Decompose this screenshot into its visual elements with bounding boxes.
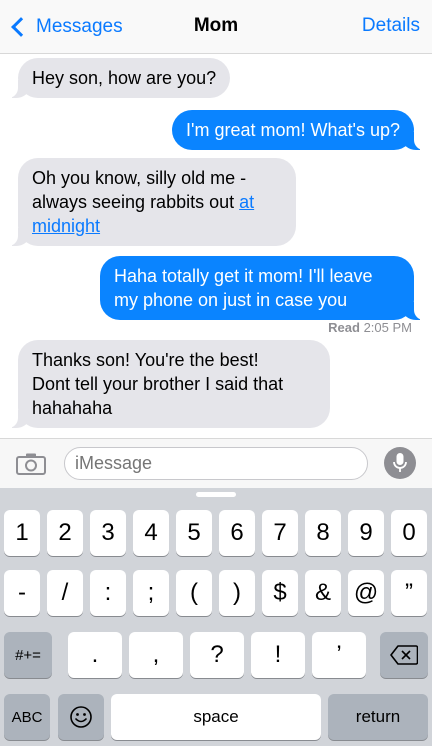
- message-bubble-outgoing[interactable]: I'm great mom! What's up?: [172, 110, 426, 150]
- message-input[interactable]: [64, 447, 368, 480]
- key-9[interactable]: 9: [348, 510, 384, 556]
- key-1[interactable]: 1: [4, 510, 40, 556]
- message-text: Thanks son! You're the best!: [32, 350, 259, 370]
- conversation[interactable]: Hey son, how are you? I'm great mom! Wha…: [0, 54, 432, 438]
- key-apostrophe[interactable]: ’: [312, 632, 366, 678]
- read-receipt: Read 2:05 PM: [328, 320, 412, 335]
- key-semicolon[interactable]: ;: [133, 570, 169, 616]
- read-label: Read: [328, 320, 360, 335]
- key-close-paren[interactable]: ): [219, 570, 255, 616]
- message-text: Hey son, how are you?: [32, 68, 217, 88]
- key-4[interactable]: 4: [133, 510, 169, 556]
- date-link[interactable]: at: [239, 192, 254, 212]
- camera-button[interactable]: [16, 453, 46, 475]
- key-open-paren[interactable]: (: [176, 570, 212, 616]
- key-abc[interactable]: ABC: [4, 694, 50, 740]
- emoji-key[interactable]: [58, 694, 104, 740]
- message-text: Haha totally get it mom! I'll leave: [114, 266, 373, 286]
- key-colon[interactable]: :: [90, 570, 126, 616]
- message-text: always seeing rabbits out: [32, 192, 235, 212]
- return-key[interactable]: return: [328, 694, 428, 740]
- key-quote[interactable]: ”: [391, 570, 427, 616]
- camera-icon: [16, 453, 46, 475]
- key-ampersand[interactable]: &: [305, 570, 341, 616]
- nav-bar: Messages Mom Details: [0, 0, 432, 54]
- message-text: I'm great mom! What's up?: [186, 120, 400, 140]
- space-key[interactable]: space: [111, 694, 321, 740]
- keyboard-handle: [196, 492, 236, 497]
- key-hyphen[interactable]: -: [4, 570, 40, 616]
- message-bubble-incoming[interactable]: Thanks son! You're the best! Dont tell y…: [6, 340, 330, 428]
- key-7[interactable]: 7: [262, 510, 298, 556]
- dictation-button[interactable]: [384, 447, 416, 479]
- compose-bar: [0, 438, 432, 488]
- key-6[interactable]: 6: [219, 510, 255, 556]
- details-button[interactable]: Details: [362, 15, 420, 37]
- key-at[interactable]: @: [348, 570, 384, 616]
- microphone-icon: [393, 453, 407, 472]
- key-dollar[interactable]: $: [262, 570, 298, 616]
- message-text: my phone on just in case you: [114, 290, 348, 310]
- key-3[interactable]: 3: [90, 510, 126, 556]
- date-link[interactable]: midnight: [32, 216, 100, 236]
- key-question[interactable]: ?: [190, 632, 244, 678]
- key-comma[interactable]: ,: [129, 632, 183, 678]
- backspace-icon: [390, 645, 418, 665]
- key-5[interactable]: 5: [176, 510, 212, 556]
- message-text: hahahaha: [32, 398, 113, 418]
- message-text: Dont tell your brother I said that: [32, 374, 284, 394]
- message-bubble-outgoing[interactable]: Haha totally get it mom! I'll leave my p…: [100, 256, 426, 320]
- keyboard: 1 2 3 4 5 6 7 8 9 0 - / : ; ( ) $ & @ ” …: [0, 488, 432, 746]
- key-8[interactable]: 8: [305, 510, 341, 556]
- key-exclamation[interactable]: !: [251, 632, 305, 678]
- key-2[interactable]: 2: [47, 510, 83, 556]
- emoji-icon: [70, 706, 92, 728]
- read-time: 2:05 PM: [363, 320, 412, 335]
- message-bubble-incoming[interactable]: Hey son, how are you?: [5, 58, 231, 98]
- key-period[interactable]: .: [68, 632, 122, 678]
- key-slash[interactable]: /: [47, 570, 83, 616]
- delete-key[interactable]: [380, 632, 428, 678]
- message-bubble-incoming[interactable]: Oh you know, silly old me - always seein…: [6, 158, 296, 246]
- key-0[interactable]: 0: [391, 510, 427, 556]
- key-more-symbols[interactable]: #+=: [4, 632, 52, 678]
- message-text: Oh you know, silly old me -: [32, 168, 247, 188]
